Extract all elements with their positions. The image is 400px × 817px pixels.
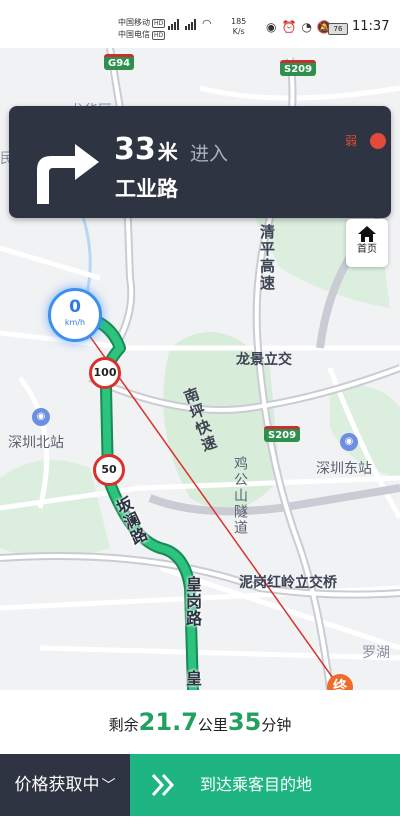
remaining-distance-unit: 公里: [197, 716, 228, 734]
turn-right-arrow-icon: [37, 144, 99, 204]
signal-icon: [168, 18, 179, 30]
price-label: 价格获取中: [14, 775, 100, 795]
arrive-destination-label: 到达乘客目的地: [200, 775, 313, 794]
clock-icon: ◔: [301, 20, 312, 34]
turn-distance-value: 33: [114, 132, 156, 167]
map-label-station: 深圳北站: [8, 435, 64, 451]
eye-icon: ◉: [266, 20, 277, 34]
alarm-icon: ⏰: [281, 20, 297, 34]
map-label-interchange: 泥岗红岭立交桥: [239, 575, 337, 591]
turn-action: 进入: [190, 143, 229, 165]
gps-signal-icon: [370, 133, 386, 149]
station-icon: ◉: [32, 408, 50, 426]
clock-time: 11:37: [352, 19, 390, 34]
map-label-tunnel: 鸡公山隧道: [232, 456, 248, 536]
chevron-down-icon: ﹀: [101, 778, 116, 794]
carrier-1: 中国移动: [118, 18, 150, 27]
remaining-time: 35: [227, 708, 262, 736]
current-speed-unit: km/h: [64, 318, 86, 327]
remaining-prefix: 剩余: [108, 716, 139, 734]
map-label-expressway: 清平高速: [258, 224, 276, 292]
home-button[interactable]: 首页: [346, 219, 388, 267]
map-label-route-road: 皇岗路: [183, 576, 202, 627]
map-label-district: 罗湖: [362, 645, 390, 661]
bottom-action-bar: 价格获取中 ﹀ 到达乘客目的地: [0, 754, 400, 816]
network-speed-unit: K/s: [232, 27, 245, 36]
home-button-label: 首页: [357, 244, 377, 255]
price-dropdown-button[interactable]: 价格获取中 ﹀: [0, 754, 130, 816]
gps-signal-label: 弱: [345, 134, 358, 148]
remaining-distance: 21.7: [138, 708, 198, 736]
double-chevron-right-icon: [151, 773, 175, 797]
network-speed-value: 185: [231, 17, 247, 26]
system-icons: ◉ ⏰ ◔ 🔕: [266, 20, 332, 34]
carrier-info: 中国移动 HD 中国电信 HD: [118, 17, 166, 41]
hd-badge: HD: [152, 31, 166, 40]
turn-distance: 33 米: [114, 132, 178, 170]
arrive-destination-button[interactable]: 到达乘客目的地: [130, 754, 400, 816]
highway-shield: S209: [280, 60, 317, 76]
highway-shield: G94: [104, 54, 135, 70]
speed-limit-sign: 50: [93, 454, 125, 486]
carrier-2: 中国电信: [118, 30, 150, 39]
map-label-station: 深圳东站: [316, 461, 372, 477]
current-location-marker: 0 km/h: [48, 288, 102, 342]
signal-icon: [185, 18, 196, 30]
turn-instruction-card: 33 米 进入 工业路 弱: [9, 106, 391, 218]
battery-icon: 76: [328, 23, 348, 35]
map-label-interchange: 龙景立交: [236, 352, 292, 368]
highway-shield: S209: [264, 426, 301, 442]
current-speed-value: 0: [69, 297, 81, 317]
network-speed: 185 K/s: [231, 17, 246, 37]
turn-distance-unit: 米: [157, 140, 178, 164]
station-icon: ◉: [340, 433, 358, 451]
next-road-name: 工业路: [115, 177, 178, 201]
signal-icons: ◠: [168, 18, 212, 30]
trip-summary: 剩余21.7公里35分钟: [0, 690, 400, 754]
map-label-route-road: 皇: [183, 670, 202, 687]
wifi-icon: ◠: [202, 17, 212, 30]
hd-badge: HD: [152, 19, 166, 28]
status-bar: 中国移动 HD 中国电信 HD ◠ 185 K/s ◉ ⏰ ◔ 🔕 76 11:37: [0, 0, 400, 48]
speed-limit-sign: 100: [89, 357, 121, 389]
home-icon: [358, 226, 376, 242]
remaining-time-unit: 分钟: [261, 716, 292, 734]
